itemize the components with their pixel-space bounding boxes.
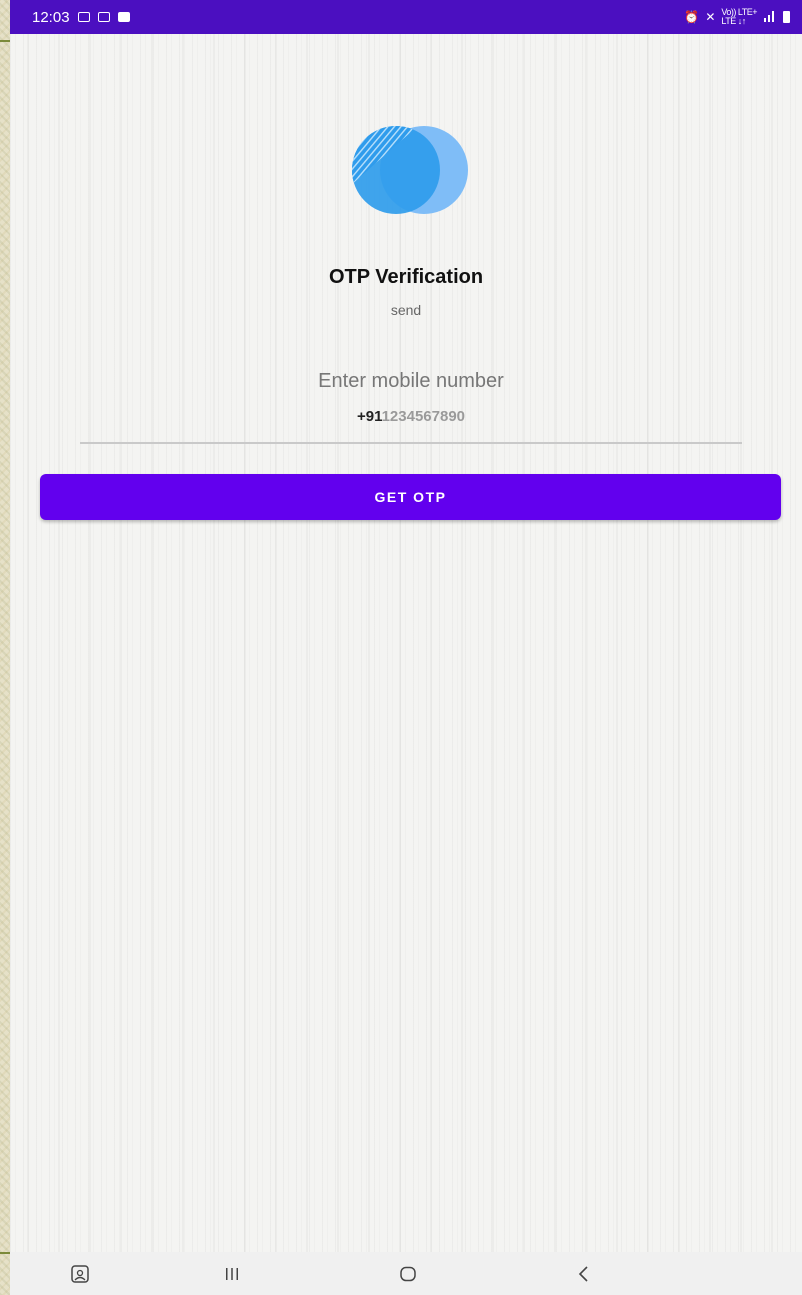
video-icon [97, 12, 110, 22]
navigation-bar [10, 1252, 802, 1295]
mobile-number-hint: Enter mobile number [318, 370, 504, 392]
page-subtitle: send [390, 302, 422, 318]
field-underline [80, 442, 742, 444]
mobile-number-field[interactable]: Enter mobile number +911234567890 [80, 364, 742, 444]
recents-icon[interactable] [220, 1262, 244, 1286]
screenshot-icon[interactable] [68, 1262, 92, 1286]
network-label-bottom: LTE ↓↑ [721, 16, 746, 26]
phone-number: 1234567890 [381, 408, 466, 425]
frame-line-top [0, 40, 10, 42]
mobile-number-value[interactable]: +911234567890 [80, 408, 742, 425]
status-bar: 12:03 ⏰ ✕ Vo)) LTE+ LTE ↓↑ [10, 0, 802, 34]
alarm-icon: ⏰ [684, 10, 700, 24]
battery-icon [783, 11, 790, 23]
volte-lte-icon: Vo)) LTE+ LTE ↓↑ [721, 8, 757, 26]
status-time: 12:03 [32, 8, 70, 26]
gallery-icon [77, 12, 90, 22]
country-code: +91 [356, 408, 382, 425]
page-title: OTP Verification [328, 266, 484, 288]
overlapping-circles-logo [352, 126, 468, 214]
mute-icon: ✕ [705, 10, 716, 24]
check-icon [117, 12, 130, 22]
main-content: OTP Verification send Enter mobile numbe… [10, 34, 802, 1252]
home-icon[interactable] [396, 1262, 420, 1286]
phone-screen: 12:03 ⏰ ✕ Vo)) LTE+ LTE ↓↑ OTP Verificat… [10, 0, 802, 1295]
signal-icon [763, 10, 777, 25]
back-icon[interactable] [572, 1262, 596, 1286]
get-otp-button[interactable]: GET OTP [40, 474, 781, 520]
frame-line-bottom [0, 1252, 10, 1254]
